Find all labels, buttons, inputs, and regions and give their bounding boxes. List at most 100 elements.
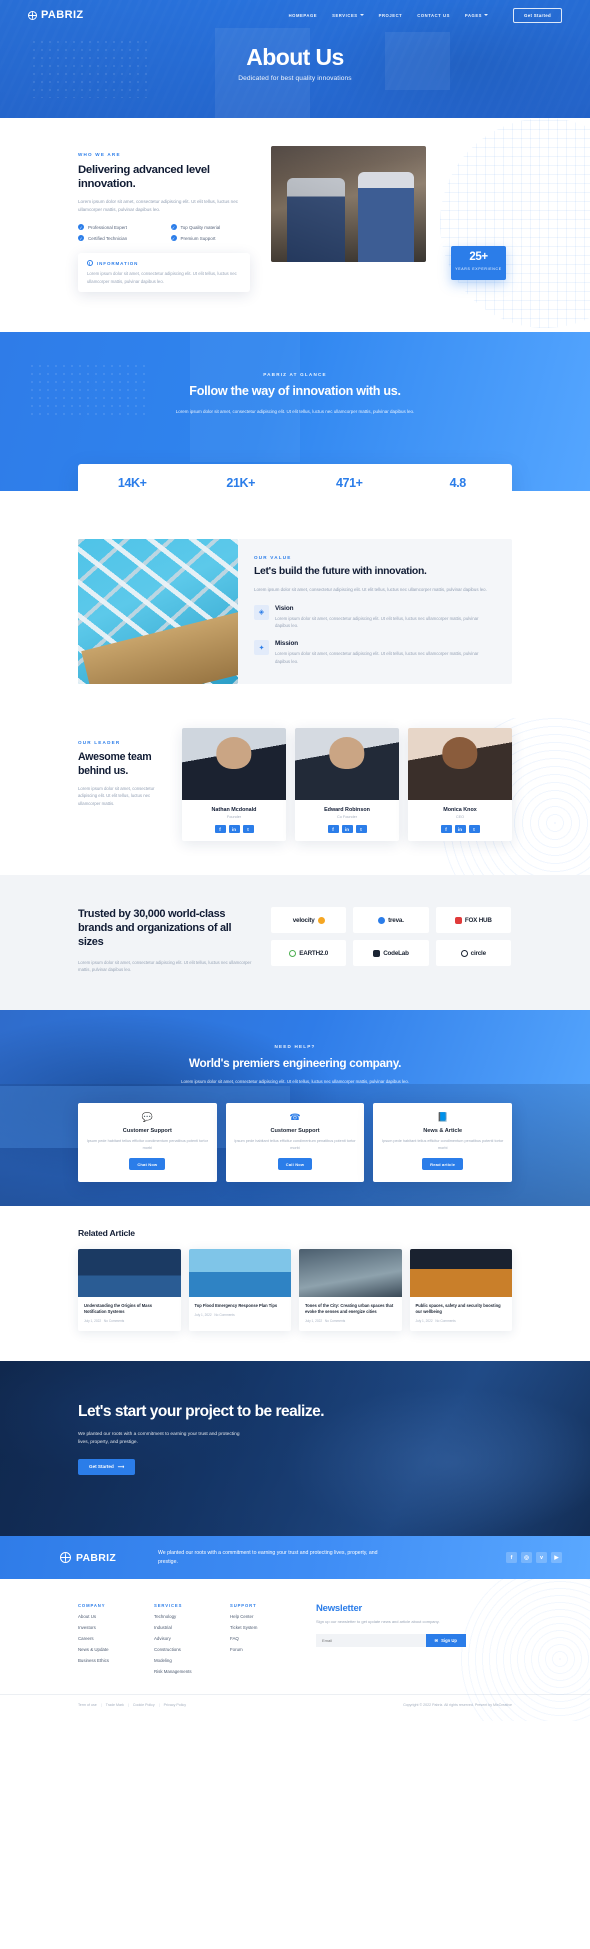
feature-item: ✓ Professional Expert bbox=[78, 224, 171, 231]
footer-link-investors[interactable]: Investors bbox=[78, 1625, 140, 1630]
cta-get-started-button[interactable]: Get Started ⟶ bbox=[78, 1458, 136, 1475]
instagram-icon[interactable]: ◎ bbox=[521, 1552, 532, 1564]
phone-icon: ☎ bbox=[289, 1112, 301, 1123]
footer-link-advisory[interactable]: Advisory bbox=[154, 1636, 216, 1641]
facebook-icon[interactable]: f bbox=[506, 1552, 517, 1564]
linkedin-icon[interactable]: in bbox=[341, 825, 353, 834]
linkedin-icon[interactable]: in bbox=[228, 825, 240, 834]
get-started-button[interactable]: Get Started bbox=[513, 7, 562, 23]
check-icon: ✓ bbox=[78, 224, 84, 231]
nav-item-services[interactable]: SERVICES bbox=[332, 13, 364, 18]
information-card: i INFORMATION Lorem ipsum dolor sit amet… bbox=[78, 253, 250, 292]
email-field[interactable] bbox=[316, 1633, 426, 1647]
footer-link-ticket-system[interactable]: Ticket System bbox=[230, 1625, 292, 1630]
nav-item-pages[interactable]: PAGES bbox=[465, 13, 489, 18]
cta-content: Let's start your project to be realize. … bbox=[0, 1361, 590, 1475]
brand-logo[interactable]: PABRIZ bbox=[28, 9, 84, 21]
twitter-icon[interactable]: t bbox=[355, 825, 367, 834]
footer-link-risk-managements[interactable]: Risk Managements bbox=[154, 1669, 216, 1674]
footer-column-support: SUPPORT Help Center Ticket System FAQ Fo… bbox=[230, 1603, 292, 1674]
flower-mark-icon bbox=[378, 916, 386, 924]
brands-title: Trusted by 30,000 world-class brands and… bbox=[78, 908, 232, 949]
nav-label: PROJECT bbox=[378, 12, 403, 18]
sign-up-label: Sign Up bbox=[441, 1637, 457, 1643]
footer-column-heading: COMPANY bbox=[78, 1603, 106, 1609]
team-member-name: Edward Robinson bbox=[324, 807, 370, 814]
feature-tick-list: ✓ Professional Expert ✓ Top Quality materi… bbox=[78, 224, 263, 242]
chat-now-button[interactable]: Chat Now bbox=[129, 1158, 166, 1171]
arrow-right-icon: ⟶ bbox=[117, 1463, 125, 1469]
footer-link-about-us[interactable]: About Us bbox=[78, 1614, 140, 1619]
glance-content: PABRIZ AT GLANCE Follow the way of innov… bbox=[0, 372, 590, 416]
footer-link-business-ethics[interactable]: Business Ethics bbox=[78, 1658, 140, 1663]
article-title: Top Flood Emergency Response Plan Tips bbox=[194, 1302, 278, 1308]
main-cta-section: Let's start your project to be realize. … bbox=[0, 1361, 590, 1537]
experience-badge: 25+ YEARS EXPERIENCE bbox=[451, 246, 506, 280]
sign-up-button[interactable]: ✉ Sign Up bbox=[425, 1633, 466, 1647]
footer-link-constructions[interactable]: Constructions bbox=[154, 1647, 216, 1652]
article-card[interactable]: Top Flood Emergency Response Plan Tips J… bbox=[188, 1248, 291, 1332]
footer-link-modeling[interactable]: Modeling bbox=[154, 1658, 216, 1663]
information-text: Lorem ipsum dolor sit amet, consectetur … bbox=[87, 271, 237, 284]
footer-link-faq[interactable]: FAQ bbox=[230, 1636, 292, 1641]
team-paragraph: Lorem ipsum dolor sit amet, consectetur … bbox=[78, 785, 155, 806]
brackets-mark-icon bbox=[373, 949, 381, 957]
footer-brand-name: PABRIZ bbox=[75, 1551, 117, 1564]
footer-link-careers[interactable]: Careers bbox=[78, 1636, 140, 1641]
cta-paragraph: We planted our roots with a commitment t… bbox=[78, 1431, 240, 1445]
help-paragraph: Lorem ipsum dolor sit amet, consectetur … bbox=[181, 1078, 409, 1084]
value-item-vision: ◈ Vision Lorem ipsum dolor sit amet, con… bbox=[254, 604, 494, 630]
hero-content: About Us Dedicated for best quality inno… bbox=[0, 46, 590, 83]
call-now-button[interactable]: Call Now bbox=[277, 1158, 313, 1171]
read-article-button[interactable]: Read article bbox=[422, 1158, 464, 1171]
legal-link-term-of-use[interactable]: Term of use bbox=[78, 1703, 97, 1707]
experience-number: 25+ bbox=[469, 251, 488, 263]
nav-label: CONTACT US bbox=[417, 12, 450, 18]
footer-link-help-center[interactable]: Help Center bbox=[230, 1614, 292, 1619]
footer-column-heading: SUPPORT bbox=[230, 1603, 257, 1609]
article-body: Understanding the Origins of Mass Notifi… bbox=[78, 1297, 181, 1331]
related-articles-heading: Related Article bbox=[78, 1227, 135, 1238]
article-comments: No Comments bbox=[214, 1312, 235, 1317]
separator: | bbox=[100, 1703, 102, 1708]
team-member-card[interactable]: Edward Robinson Co Founder f in t bbox=[295, 728, 399, 842]
footer-link-news-update[interactable]: News & Update bbox=[78, 1647, 140, 1652]
facebook-icon[interactable]: f bbox=[440, 825, 452, 834]
article-card[interactable]: Understanding the Origins of Mass Notifi… bbox=[78, 1248, 181, 1332]
twitter-icon[interactable]: t bbox=[468, 825, 480, 834]
twitter-icon[interactable]: t bbox=[242, 825, 254, 834]
separator: | bbox=[127, 1703, 129, 1708]
value-item-title: Vision bbox=[275, 604, 294, 612]
footer-brand-logo[interactable]: PABRIZ bbox=[28, 1552, 148, 1564]
facebook-icon[interactable]: f bbox=[327, 825, 339, 834]
footer-link-forum[interactable]: Forum bbox=[230, 1647, 292, 1652]
stat-value: 21K+ bbox=[226, 475, 256, 490]
nav-label: SERVICES bbox=[332, 12, 358, 18]
twitter-icon[interactable]: ᴠ bbox=[536, 1552, 547, 1564]
about-paragraph: Lorem ipsum dolor sit amet, consectetur … bbox=[78, 199, 239, 213]
brand-logo-circle: circle bbox=[435, 940, 511, 967]
nav-item-project[interactable]: PROJECT bbox=[379, 13, 403, 18]
globe-icon bbox=[59, 1552, 71, 1564]
youtube-icon[interactable]: ▶ bbox=[551, 1552, 562, 1564]
footer-link-technology[interactable]: Technology bbox=[154, 1614, 216, 1619]
nav-item-homepage[interactable]: HOMEPAGE bbox=[289, 13, 318, 18]
brands-grid: Trusted by 30,000 world-class brands and… bbox=[78, 907, 512, 973]
newsletter-text: Sign up our newsletter to get update new… bbox=[316, 1619, 440, 1625]
article-card[interactable]: Tones of the City: Creating urban spaces… bbox=[299, 1248, 402, 1332]
footer: COMPANY About Us Investors Careers News … bbox=[0, 1579, 590, 1722]
value-wrap: OUR VALUE Let's build the future with in… bbox=[0, 539, 590, 685]
help-card-customer-support-chat: 💬 Customer Support Ipsum pede habitant t… bbox=[78, 1103, 217, 1182]
nav-item-contact-us[interactable]: CONTACT US bbox=[417, 13, 450, 18]
legal-link-privacy-policy[interactable]: Privacy Policy bbox=[164, 1703, 186, 1707]
footer-link-industrial[interactable]: Industrial bbox=[154, 1625, 216, 1630]
team-member-card[interactable]: Nathan Mcdonald Founder f in t bbox=[182, 728, 286, 842]
team-member-photo bbox=[408, 728, 512, 801]
team-member-card[interactable]: Monica Knox CEO f in t bbox=[408, 728, 512, 842]
linkedin-icon[interactable]: in bbox=[454, 825, 466, 834]
article-card[interactable]: Public spaces, safety and security boost… bbox=[409, 1248, 512, 1332]
article-meta: July 1, 2022 No Comments bbox=[305, 1319, 396, 1323]
legal-link-cookie-policy[interactable]: Cookie Policy bbox=[133, 1703, 155, 1707]
facebook-icon[interactable]: f bbox=[214, 825, 226, 834]
legal-link-trade-mark[interactable]: Trade Mark bbox=[106, 1703, 124, 1707]
